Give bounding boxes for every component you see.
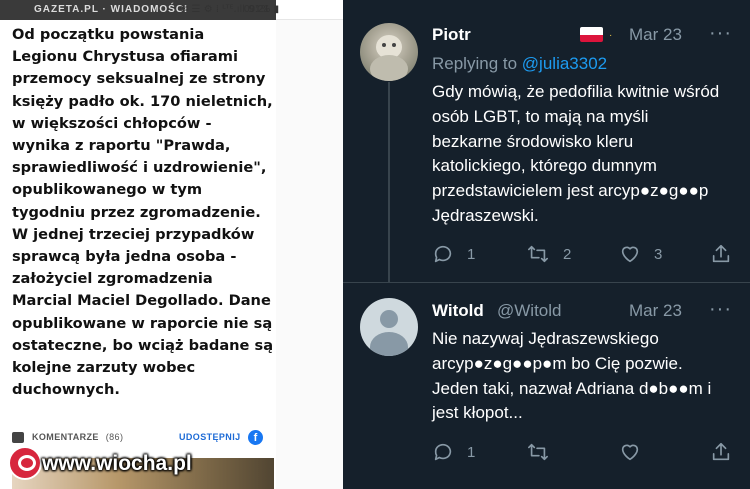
twitter-panel: Piotr · Mar 23 ··· Replying to @julia330… — [343, 0, 750, 489]
default-avatar-body — [370, 332, 408, 356]
article-panel: GAZETA.PL · WIADOMOŚCI ✉ ☰ ⚙ ⁞ ᴸᵀᴱ.ıll 9… — [0, 0, 343, 489]
reply-button[interactable]: 1 — [432, 242, 475, 266]
tweet[interactable]: Witold @Witold Mar 23 ··· Nie nazywaj Ję… — [343, 283, 750, 489]
tweet-text: Gdy mówią, że pedofilia kwitnie wśród os… — [432, 82, 720, 225]
like-icon — [621, 444, 639, 461]
mention-link[interactable]: @julia3302 — [522, 54, 607, 73]
reply-icon — [434, 245, 452, 263]
share-button[interactable]: UDOSTĘPNIJ — [179, 432, 241, 442]
author-handle[interactable]: @Witold — [497, 301, 562, 321]
tweet-actions: 1 2 3 — [432, 242, 732, 266]
like-button[interactable]: 3 — [619, 242, 662, 266]
author-name[interactable]: Piotr — [432, 25, 471, 45]
avatar[interactable] — [360, 298, 418, 356]
more-options-icon[interactable]: ··· — [709, 298, 732, 321]
article-paragraph: Od początku powstania Legionu Chrystusa … — [12, 26, 274, 399]
reply-count: 1 — [467, 245, 476, 263]
comments-icon[interactable] — [12, 432, 24, 443]
reply-count: 1 — [467, 443, 476, 461]
comments-count: (86) — [105, 432, 124, 442]
share-tweet-button[interactable] — [710, 440, 732, 464]
share-tweet-button[interactable] — [710, 242, 732, 266]
reply-icon — [434, 443, 452, 461]
like-button[interactable] — [619, 440, 641, 464]
comments-link[interactable]: KOMENTARZE (86) — [32, 432, 123, 442]
tweet-actions: 1 — [432, 440, 732, 464]
tweet-text: Nie nazywaj Jędraszewskiego arcyp●z●g●●p… — [432, 329, 712, 423]
replying-to-label: Replying to — [432, 54, 518, 73]
tweet-date[interactable]: Mar 23 — [629, 25, 682, 45]
wiocha-logo-icon — [8, 446, 42, 480]
facebook-icon[interactable]: f — [248, 430, 263, 445]
reply-button[interactable]: 1 — [432, 440, 475, 464]
default-avatar-head — [380, 310, 398, 328]
tweet[interactable]: Piotr · Mar 23 ··· Replying to @julia330… — [343, 0, 750, 282]
page-margin — [276, 20, 343, 489]
like-count: 3 — [654, 245, 663, 263]
retweet-icon — [528, 245, 548, 263]
comments-label[interactable]: KOMENTARZE — [32, 432, 99, 442]
replying-to: Replying to @julia3302 — [432, 54, 607, 74]
share-icon — [712, 442, 730, 461]
retweet-icon — [528, 443, 548, 461]
retweet-button[interactable]: 2 — [526, 242, 571, 266]
more-options-icon[interactable]: ··· — [709, 22, 732, 45]
share-icon — [712, 244, 730, 263]
like-icon — [621, 246, 639, 263]
watermark: www.wiocha.pl — [2, 446, 202, 482]
status-clock: 09:21 — [244, 4, 270, 15]
retweet-button[interactable] — [526, 440, 550, 464]
status-bar: GAZETA.PL · WIADOMOŚCI ✉ ☰ ⚙ ⁞ ᴸᵀᴱ.ıll 9… — [0, 0, 343, 20]
watermark-text: www.wiocha.pl — [42, 452, 192, 475]
separator-dot: · — [609, 30, 613, 41]
article-footer: KOMENTARZE (86) UDOSTĘPNIJ f — [12, 430, 274, 446]
avatar[interactable] — [360, 23, 418, 81]
author-name[interactable]: Witold — [432, 301, 484, 321]
tweet-date[interactable]: Mar 23 — [629, 301, 682, 321]
retweet-count: 2 — [563, 245, 572, 263]
poland-flag-icon — [580, 27, 603, 42]
